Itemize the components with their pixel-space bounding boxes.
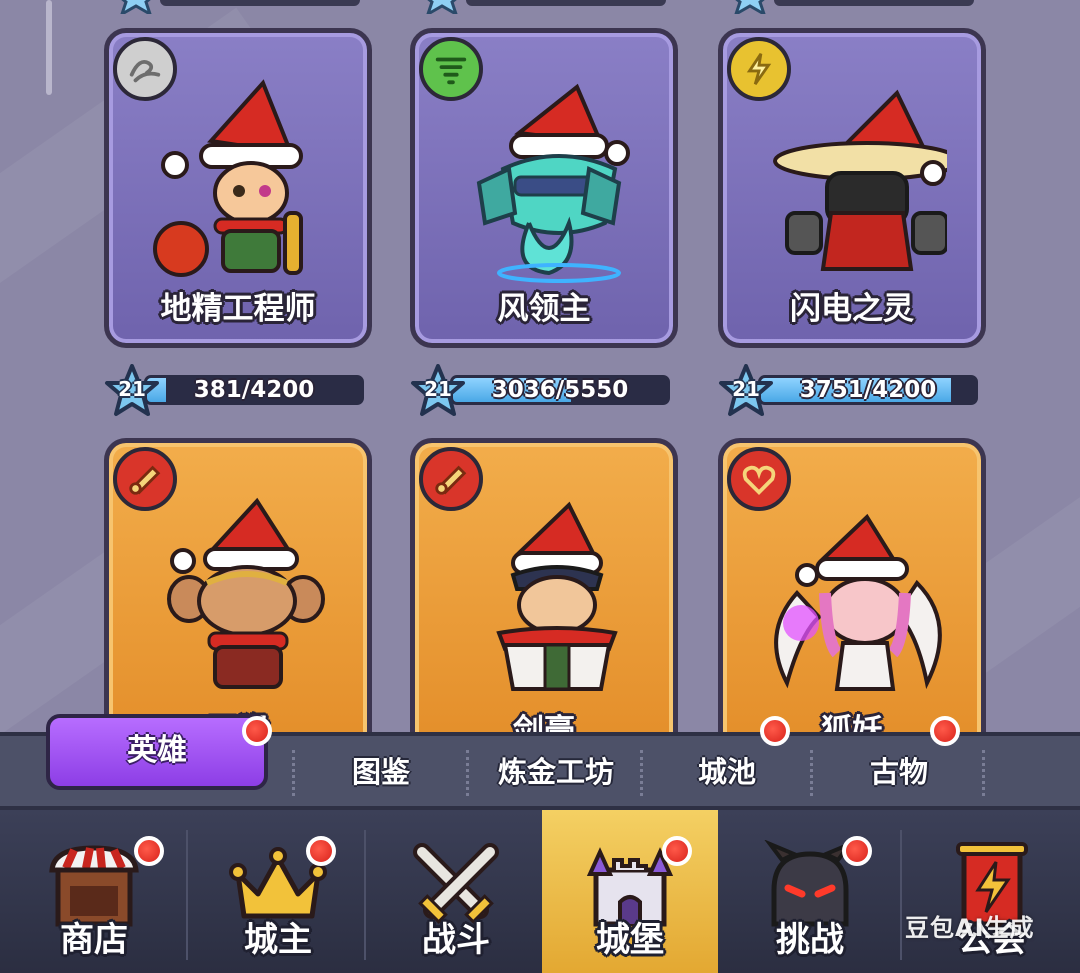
subtab-alchemy-workshop[interactable]: 炼金工坊	[478, 750, 634, 794]
nav-label: 城主	[244, 920, 312, 960]
nav-challenge[interactable]: 挑战	[722, 810, 898, 973]
divider	[810, 750, 813, 796]
notification-dot	[930, 716, 960, 746]
experience-text: 381/4200	[193, 377, 315, 403]
divider	[640, 750, 643, 796]
divider	[466, 750, 469, 796]
level-bar	[774, 0, 974, 6]
experience-bar: 381/4200	[144, 375, 364, 405]
notification-dot	[662, 836, 692, 866]
notification-dot	[306, 836, 336, 866]
nav-guild[interactable]: 公会	[904, 810, 1080, 973]
level-row-1: 3036/5550 21	[410, 364, 680, 416]
nav-label: 挑战	[776, 920, 844, 960]
hero-level: 21	[118, 377, 146, 401]
notification-dot	[760, 716, 790, 746]
hero-name: 风领主	[497, 291, 591, 327]
swordsman-avatar	[496, 501, 618, 691]
hero-card-2[interactable]: 闪电之灵	[718, 28, 986, 348]
nav-label: 城堡	[596, 920, 664, 960]
experience-bar: 3036/5550	[450, 375, 670, 405]
star-badge-icon	[426, 0, 458, 14]
notification-dot	[134, 836, 164, 866]
notification-dot	[242, 716, 272, 746]
scrollbar[interactable]	[46, 0, 52, 95]
subtab-heroes[interactable]: 英雄	[46, 714, 268, 790]
hero-level: 21	[732, 377, 760, 401]
watermark: 豆包AI生成	[905, 914, 1035, 942]
divider	[364, 830, 366, 960]
lightning-spirit-avatar	[773, 89, 947, 271]
experience-bar: 3751/4200	[758, 375, 978, 405]
nav-lord[interactable]: 城主	[190, 810, 366, 973]
divider	[292, 750, 295, 796]
divider	[900, 830, 902, 960]
divider	[186, 830, 188, 960]
nav-battle[interactable]: 战斗	[368, 810, 544, 973]
gnome-engineer-avatar	[153, 79, 303, 277]
divider	[982, 750, 985, 796]
hero-card-3[interactable]: 石猴	[104, 438, 372, 738]
level-bar	[466, 0, 666, 6]
fox-spirit-avatar	[774, 513, 942, 691]
level-row-2: 3751/4200 21	[718, 364, 988, 416]
hero-card-0[interactable]: 地精工程师	[104, 28, 372, 348]
bottom-nav: 商店 城主 战斗 城堡 挑战 公会	[0, 810, 1080, 973]
subtab-relics[interactable]: 古物	[834, 750, 964, 794]
subtab-city[interactable]: 城池	[662, 750, 792, 794]
nav-label: 战斗	[422, 920, 490, 960]
nav-castle[interactable]: 城堡	[542, 810, 718, 973]
star-badge-icon	[734, 0, 766, 14]
hero-card-1[interactable]: 风领主	[410, 28, 678, 348]
stone-monkey-avatar	[167, 497, 325, 689]
nav-shop[interactable]: 商店	[6, 810, 182, 973]
wind-lord-avatar	[476, 83, 630, 283]
level-row-0: 381/4200 21	[104, 364, 374, 416]
hero-card-4[interactable]: 剑豪	[410, 438, 678, 738]
subtab-encyclopedia[interactable]: 图鉴	[316, 750, 446, 794]
experience-text: 3751/4200	[799, 377, 937, 403]
hero-name: 地精工程师	[160, 291, 316, 327]
experience-text: 3036/5550	[491, 377, 629, 403]
hero-level: 21	[424, 377, 452, 401]
star-badge-icon	[120, 0, 152, 14]
notification-dot	[842, 836, 872, 866]
hero-card-5[interactable]: 狐妖	[718, 438, 986, 738]
hero-name: 闪电之灵	[790, 291, 914, 327]
level-bar	[160, 0, 360, 6]
nav-label: 商店	[60, 920, 128, 960]
